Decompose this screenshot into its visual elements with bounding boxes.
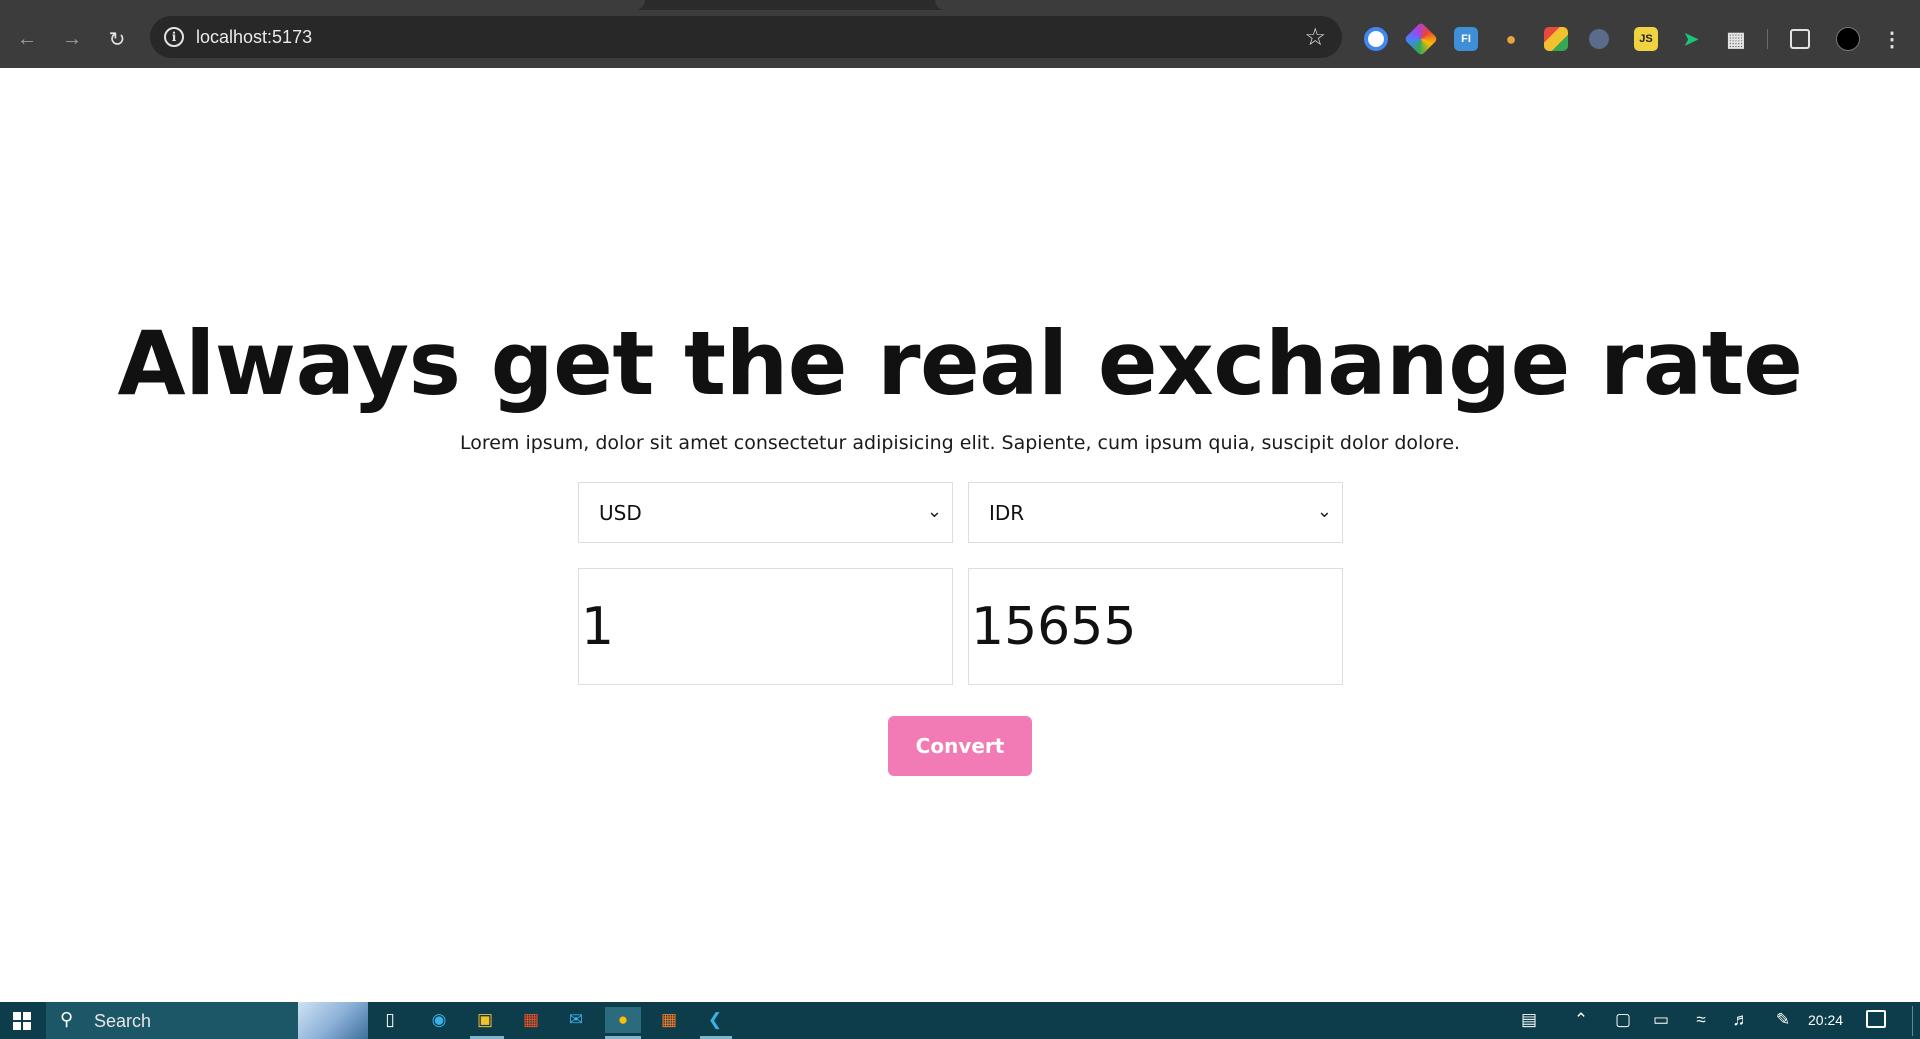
- chevron-down-icon: ⌄: [926, 501, 942, 522]
- search-label: Search: [94, 1011, 152, 1031]
- pen-icon[interactable]: ✎: [1770, 1007, 1796, 1033]
- taskbar-search[interactable]: ⚲ Search: [46, 1002, 368, 1039]
- fi-extension-icon[interactable]: FI: [1454, 27, 1478, 51]
- to-currency-value: IDR: [989, 500, 1025, 525]
- arrow-left-icon: ←: [17, 27, 37, 50]
- xampp-icon[interactable]: ▦: [656, 1007, 682, 1033]
- battery-icon[interactable]: ▭: [1648, 1007, 1674, 1033]
- browser-tab[interactable]: [0, 0, 645, 10]
- forward-button[interactable]: →: [57, 24, 87, 54]
- browser-tab[interactable]: [935, 0, 1920, 10]
- menu-kebab-icon[interactable]: ⋮: [1880, 27, 1904, 51]
- task-view-icon[interactable]: ▯: [377, 1007, 403, 1033]
- wifi-icon[interactable]: ≈: [1688, 1007, 1714, 1033]
- grid-extension-icon[interactable]: [1544, 27, 1568, 51]
- to-amount-value: 15655: [971, 596, 1137, 657]
- arrow-right-icon: →: [62, 27, 82, 50]
- cookie-extension-icon[interactable]: ●: [1499, 27, 1523, 51]
- taskbar-clock[interactable]: 20:24: [1808, 1012, 1843, 1028]
- to-currency-select[interactable]: IDR ⌄: [968, 482, 1343, 543]
- color-picker-extension-icon[interactable]: [1404, 22, 1438, 56]
- to-amount-input[interactable]: 15655: [968, 568, 1343, 685]
- address-bar[interactable]: i localhost:5173 ☆: [150, 16, 1342, 58]
- reload-icon: ↻: [108, 28, 126, 51]
- convert-button[interactable]: Convert: [888, 716, 1032, 776]
- windows-logo-icon: [13, 1011, 31, 1030]
- cursor-extension-icon[interactable]: [1589, 29, 1609, 49]
- chrome-icon[interactable]: ●: [605, 1007, 641, 1033]
- chevron-down-icon: ⌄: [1316, 501, 1332, 522]
- bookmark-star-icon[interactable]: ☆: [1304, 23, 1326, 52]
- site-info-icon[interactable]: i: [164, 27, 184, 47]
- from-amount-value: 1: [581, 596, 615, 657]
- reload-button[interactable]: ↻: [102, 24, 132, 54]
- edge-browser-icon[interactable]: ◉: [426, 1007, 452, 1033]
- js-extension-icon[interactable]: JS: [1634, 27, 1658, 51]
- url-text[interactable]: localhost:5173: [196, 27, 312, 48]
- volume-icon[interactable]: ♬: [1728, 1007, 1754, 1033]
- toolbar-divider: [1767, 29, 1768, 49]
- profile-avatar[interactable]: [1836, 27, 1860, 51]
- from-amount-input[interactable]: 1: [578, 568, 953, 685]
- browser-chrome: ← → ↻ i localhost:5173 ☆ FI ● JS ➤ ▦ ⋮: [0, 0, 1920, 68]
- back-button[interactable]: ←: [12, 24, 42, 54]
- search-icon: ⚲: [60, 1009, 74, 1029]
- mail-icon[interactable]: ✉: [563, 1007, 589, 1033]
- tab-strip: [0, 0, 1920, 10]
- page-subtitle: Lorem ipsum, dolor sit amet consectetur …: [459, 432, 1461, 454]
- extensions-puzzle-icon[interactable]: ▦: [1724, 27, 1748, 51]
- start-button[interactable]: [0, 1002, 44, 1039]
- news-widget-icon[interactable]: ▤: [1516, 1007, 1542, 1033]
- browser-toolbar: ← → ↻ i localhost:5173 ☆ FI ● JS ➤ ▦ ⋮: [0, 10, 1920, 68]
- vscode-icon[interactable]: ❮: [702, 1007, 728, 1033]
- file-explorer-icon[interactable]: ▣: [472, 1007, 498, 1033]
- microsoft-store-icon[interactable]: ▦: [518, 1007, 544, 1033]
- notification-center-icon[interactable]: [1866, 1010, 1886, 1028]
- search-highlight-image: [298, 1002, 368, 1039]
- from-currency-select[interactable]: USD ⌄: [578, 482, 953, 543]
- bird-extension-icon[interactable]: ➤: [1679, 27, 1703, 51]
- side-panel-icon[interactable]: [1790, 29, 1810, 49]
- meet-camera-icon[interactable]: ▢: [1610, 1007, 1636, 1033]
- taskbar: ⚲ Search ▯ ◉ ▣ ▦ ✉ ● ▦ ❮ ▤ ⌃ ▢ ▭ ≈ ♬ ✎ 2…: [0, 1002, 1920, 1039]
- ring-extension-icon[interactable]: [1364, 27, 1388, 51]
- from-currency-value: USD: [599, 500, 642, 525]
- page-title: Always get the real exchange rate: [117, 312, 1803, 415]
- chevron-up-icon[interactable]: ⌃: [1568, 1007, 1594, 1033]
- show-desktop-button[interactable]: [1912, 1006, 1913, 1036]
- page-content: Always get the real exchange rate Lorem …: [0, 68, 1920, 1002]
